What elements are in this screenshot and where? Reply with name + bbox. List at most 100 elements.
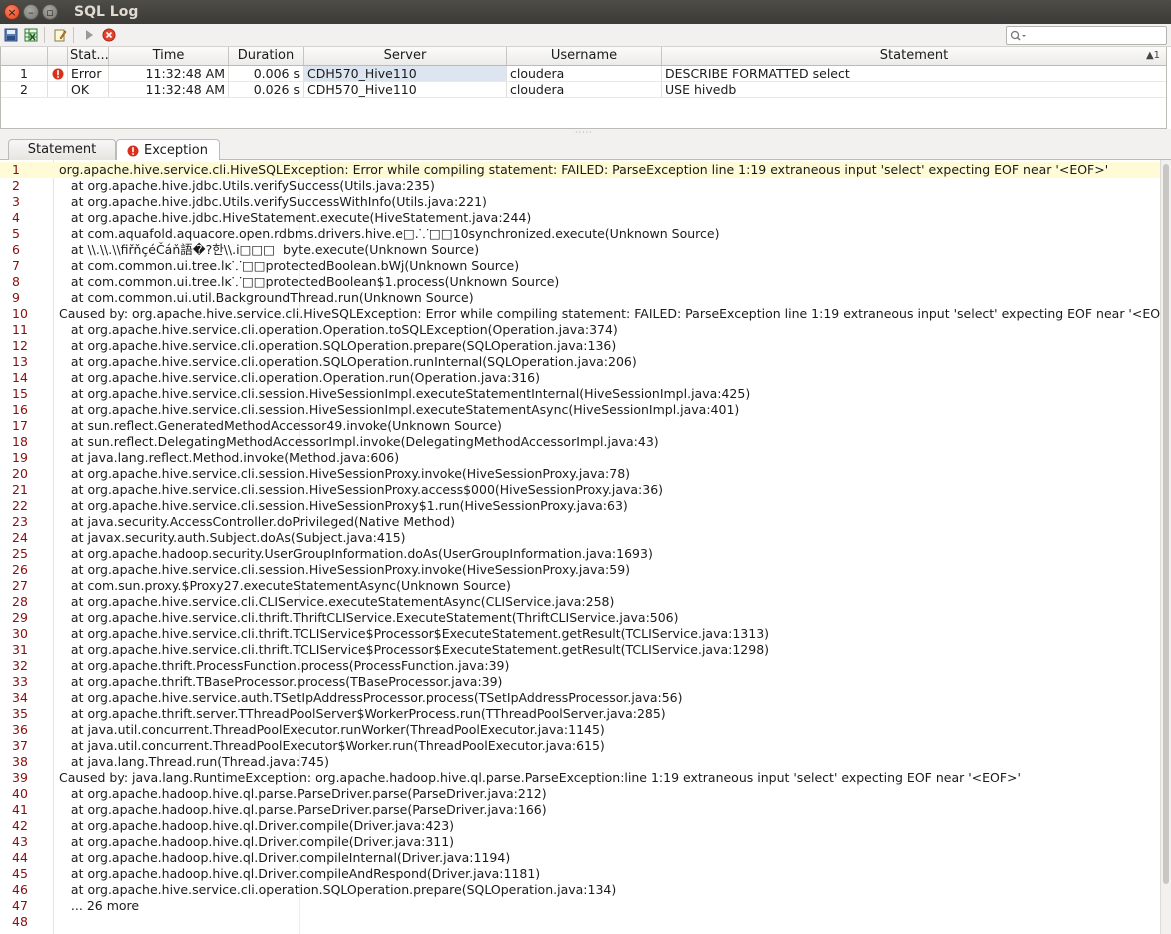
search-input[interactable] (1030, 29, 1160, 42)
line-number: 27 (12, 578, 28, 593)
minimize-icon: – (28, 5, 34, 19)
line-number: 35 (12, 706, 28, 721)
save-button[interactable] (2, 26, 20, 44)
line-text: at org.apache.hive.service.cli.CLIServic… (59, 594, 615, 609)
search-icon (1010, 30, 1026, 41)
vertical-scrollbar[interactable] (1160, 160, 1171, 934)
title-bar: × – ▫ SQL Log (0, 0, 1171, 24)
line-text: at org.apache.hive.service.cli.session.H… (59, 482, 664, 497)
line-text: at org.apache.hadoop.hive.ql.parse.Parse… (59, 802, 547, 817)
line-text: at org.apache.hadoop.hive.ql.parse.Parse… (59, 786, 547, 801)
close-window-button[interactable]: × (4, 4, 20, 20)
tab-exception[interactable]: Exception (116, 139, 220, 161)
line-text: at java.util.concurrent.ThreadPoolExecut… (59, 722, 605, 737)
line-number: 22 (12, 498, 28, 513)
export-excel-button[interactable] (22, 26, 40, 44)
panel-splitter[interactable]: ····· (0, 129, 1171, 138)
code-line: 1 org.apache.hive.service.cli.HiveSQLExce… (0, 162, 1160, 178)
username-cell: cloudera (507, 82, 662, 97)
table-row[interactable]: 2 OK 11:32:48 AM 0.026 s CDH570_Hive110 … (1, 82, 1166, 98)
line-number: 28 (12, 594, 28, 609)
code-line: 14 at org.apache.hive.service.cli.operat… (0, 370, 1160, 386)
code-line: 30 at org.apache.hive.service.cli.thrift… (0, 626, 1160, 642)
line-number: 46 (12, 882, 28, 897)
line-text: at org.apache.hive.service.cli.session.H… (59, 466, 631, 481)
table-row[interactable]: 1 Error 11:32:48 AM 0.006 s CDH570_Hive1… (1, 66, 1166, 82)
status-cell: Error (68, 66, 109, 81)
line-text: at org.apache.hadoop.hive.ql.Driver.comp… (59, 834, 455, 849)
line-number: 3 (12, 194, 20, 209)
code-line: 46 at org.apache.hive.service.cli.operat… (0, 882, 1160, 898)
code-line: 44 at org.apache.hadoop.hive.ql.Driver.c… (0, 850, 1160, 866)
column-header-status-icon[interactable] (48, 47, 68, 65)
line-number: 5 (12, 226, 20, 241)
tab-statement-label: Statement (27, 142, 97, 157)
maximize-icon: ▫ (46, 5, 54, 19)
line-number: 36 (12, 722, 28, 737)
line-number: 8 (12, 274, 20, 289)
column-header-row-number[interactable] (1, 47, 48, 65)
code-line: 35 at org.apache.thrift.server.TThreadPo… (0, 706, 1160, 722)
code-line: 10 Caused by: org.apache.hive.service.cli… (0, 306, 1160, 322)
line-number: 17 (12, 418, 28, 433)
status-icon-cell (48, 66, 68, 81)
line-text: org.apache.hive.service.cli.HiveSQLExcep… (59, 162, 1109, 177)
line-text: at com.aquafold.aquacore.open.rdbms.driv… (59, 226, 720, 241)
stop-button[interactable] (100, 26, 118, 44)
column-header-server[interactable]: Server (304, 47, 507, 65)
line-number: 6 (12, 242, 20, 257)
line-number: 29 (12, 610, 28, 625)
export-excel-icon (24, 28, 38, 42)
minimize-window-button[interactable]: – (23, 4, 39, 20)
line-text: at org.apache.hive.service.cli.operation… (59, 882, 617, 897)
line-text: at java.lang.reflect.Method.invoke(Metho… (59, 450, 400, 465)
line-number: 20 (12, 466, 28, 481)
server-cell: CDH570_Hive110 (304, 82, 507, 97)
tab-statement[interactable]: Statement (8, 139, 116, 160)
sql-log-grid: Stat... Time Duration Server Username St… (0, 47, 1167, 129)
exception-text-area[interactable]: 1 org.apache.hive.service.cli.HiveSQLExce… (0, 160, 1171, 934)
code-line: 41 at org.apache.hadoop.hive.ql.parse.Pa… (0, 802, 1160, 818)
search-box[interactable] (1006, 26, 1167, 45)
line-text: at org.apache.thrift.ProcessFunction.pro… (59, 658, 510, 673)
line-number: 42 (12, 818, 28, 833)
line-text: at org.apache.hadoop.hive.ql.Driver.comp… (59, 850, 511, 865)
code-line: 12 at org.apache.hive.service.cli.operat… (0, 338, 1160, 354)
line-text: at com.common.ui.tree.lĸ⸪□□protectedBool… (59, 258, 520, 273)
play-button[interactable] (80, 26, 98, 44)
column-header-duration[interactable]: Duration (229, 47, 304, 65)
status-icon-cell (48, 82, 68, 97)
line-text: at org.apache.hive.service.cli.thrift.TC… (59, 626, 770, 641)
time-cell: 11:32:48 AM (109, 82, 229, 97)
line-text: at org.apache.hive.service.cli.session.H… (59, 562, 631, 577)
line-number: 4 (12, 210, 20, 225)
code-line: 17 at sun.reflect.GeneratedMethodAccesso… (0, 418, 1160, 434)
line-text: at org.apache.hive.jdbc.Utils.verifySucc… (59, 194, 487, 209)
code-line: 48 (0, 914, 1160, 930)
line-number: 15 (12, 386, 28, 401)
line-text: at org.apache.hadoop.hive.ql.Driver.comp… (59, 818, 455, 833)
code-line: 47 ... 26 more (0, 898, 1160, 914)
column-header-status[interactable]: Stat... (68, 47, 109, 65)
line-number: 33 (12, 674, 28, 689)
code-line: 36 at java.util.concurrent.ThreadPoolExe… (0, 722, 1160, 738)
line-number: 25 (12, 546, 28, 561)
edit-notes-button[interactable] (51, 26, 69, 44)
line-text: at org.apache.hive.service.cli.thrift.TC… (59, 642, 770, 657)
line-number: 9 (12, 290, 20, 305)
maximize-window-button[interactable]: ▫ (42, 4, 58, 20)
column-header-statement[interactable]: Statement ▲1 (662, 47, 1166, 65)
column-header-time[interactable]: Time (109, 47, 229, 65)
line-text: at java.util.concurrent.ThreadPoolExecut… (59, 738, 605, 753)
code-line: 45 at org.apache.hadoop.hive.ql.Driver.c… (0, 866, 1160, 882)
scrollbar-thumb[interactable] (1163, 164, 1169, 884)
line-text: at sun.reflect.DelegatingMethodAccessorI… (59, 434, 659, 449)
line-text: at java.lang.Thread.run(Thread.java:745) (59, 754, 329, 769)
line-number: 30 (12, 626, 28, 641)
column-header-username[interactable]: Username (507, 47, 662, 65)
column-header-statement-label: Statement (879, 48, 949, 63)
code-line: 15 at org.apache.hive.service.cli.sessio… (0, 386, 1160, 402)
close-icon: × (7, 5, 17, 19)
line-number: 31 (12, 642, 28, 657)
code-line: 2 at org.apache.hive.jdbc.Utils.verifySu… (0, 178, 1160, 194)
